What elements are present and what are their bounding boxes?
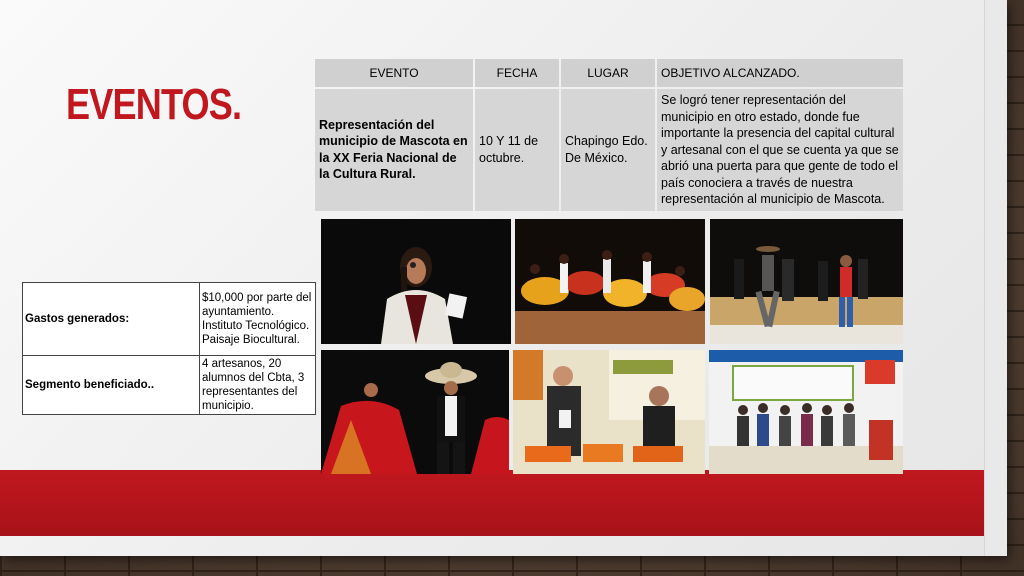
cell-lugar: Chapingo Edo. De México. [561, 89, 655, 211]
summary-label-gastos: Gastos generados: [22, 282, 200, 356]
slide-right-edge [984, 0, 1007, 556]
header-lugar: LUGAR [561, 59, 655, 87]
summary-value-gastos: $10,000 por parte del ayuntamiento. Inst… [199, 282, 316, 356]
photo-charro-dancers [321, 350, 509, 474]
header-fecha: FECHA [475, 59, 559, 87]
summary-value-segmento: 4 artesanos, 20 alumnos del Cbta, 3 repr… [199, 355, 316, 415]
cell-evento: Representación del municipio de Mascota … [315, 89, 473, 211]
summary-row-segmento: Segmento beneficiado.. 4 artesanos, 20 a… [22, 355, 316, 415]
photo-artisans-booth [513, 350, 705, 474]
header-evento: EVENTO [315, 59, 473, 87]
cell-fecha: 10 Y 11 de octubre. [475, 89, 559, 211]
events-table: EVENTO FECHA LUGAR OBJETIVO ALCANZADO. R… [313, 57, 905, 213]
summary-row-gastos: Gastos generados: $10,000 por parte del … [22, 282, 316, 356]
cell-objetivo: Se logró tener representación del munici… [657, 89, 903, 211]
photo-musicians [710, 219, 903, 344]
slide: EVENTOS. EVENTO FECHA LUGAR OBJETIVO ALC… [0, 0, 1007, 556]
photo-group-booth [709, 350, 903, 474]
header-objetivo: OBJETIVO ALCANZADO. [657, 59, 903, 87]
photo-speaker [321, 219, 511, 344]
events-header-row: EVENTO FECHA LUGAR OBJETIVO ALCANZADO. [315, 59, 903, 87]
events-row: Representación del municipio de Mascota … [315, 89, 903, 211]
red-footer-band [0, 470, 984, 536]
slide-title: EVENTOS. [66, 80, 242, 129]
summary-table: Gastos generados: $10,000 por parte del … [22, 282, 316, 415]
summary-label-segmento: Segmento beneficiado.. [22, 355, 200, 415]
photo-dancers [515, 219, 705, 344]
